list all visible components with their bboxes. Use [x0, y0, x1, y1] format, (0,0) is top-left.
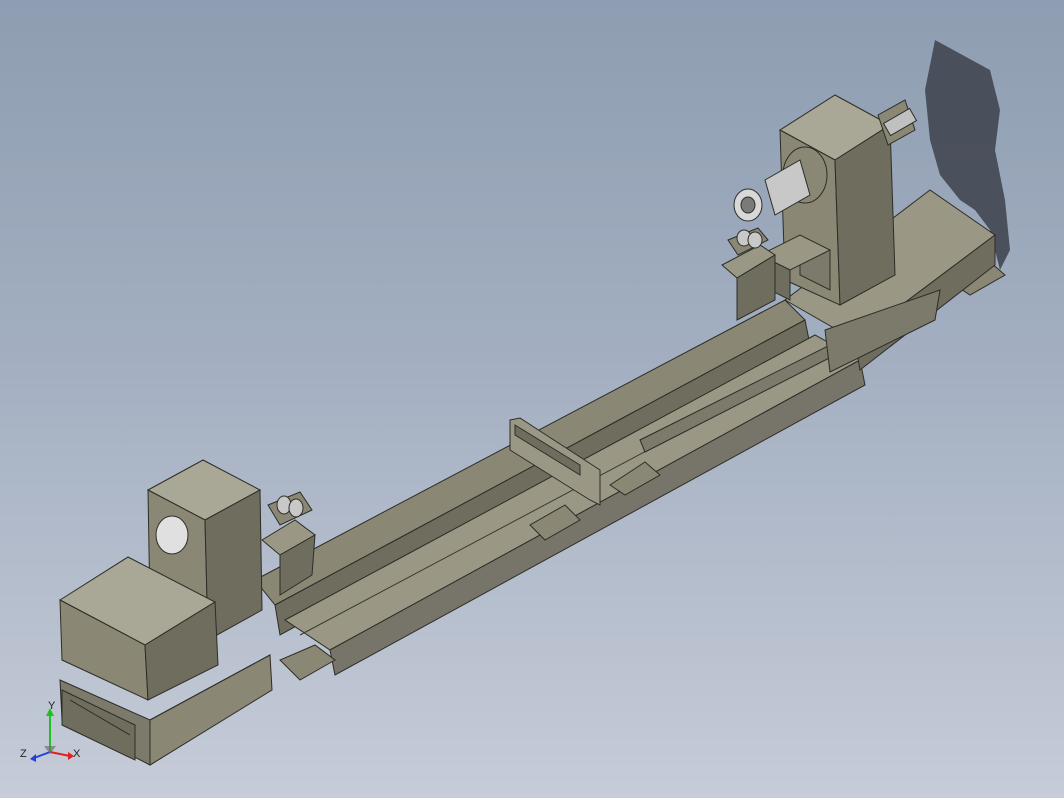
3d-model-view[interactable] — [0, 0, 1064, 798]
z-axis-arrow — [33, 751, 51, 759]
cad-viewport[interactable]: Y X Z — [0, 0, 1064, 798]
right-roller-support — [721, 227, 776, 321]
coordinate-triad[interactable]: Y X Z — [18, 700, 88, 770]
x-axis-arrow — [49, 751, 71, 757]
x-axis-label: X — [73, 748, 81, 760]
main-rail — [254, 299, 866, 676]
z-axis-label: Z — [20, 748, 27, 760]
y-axis-label: Y — [48, 700, 56, 712]
